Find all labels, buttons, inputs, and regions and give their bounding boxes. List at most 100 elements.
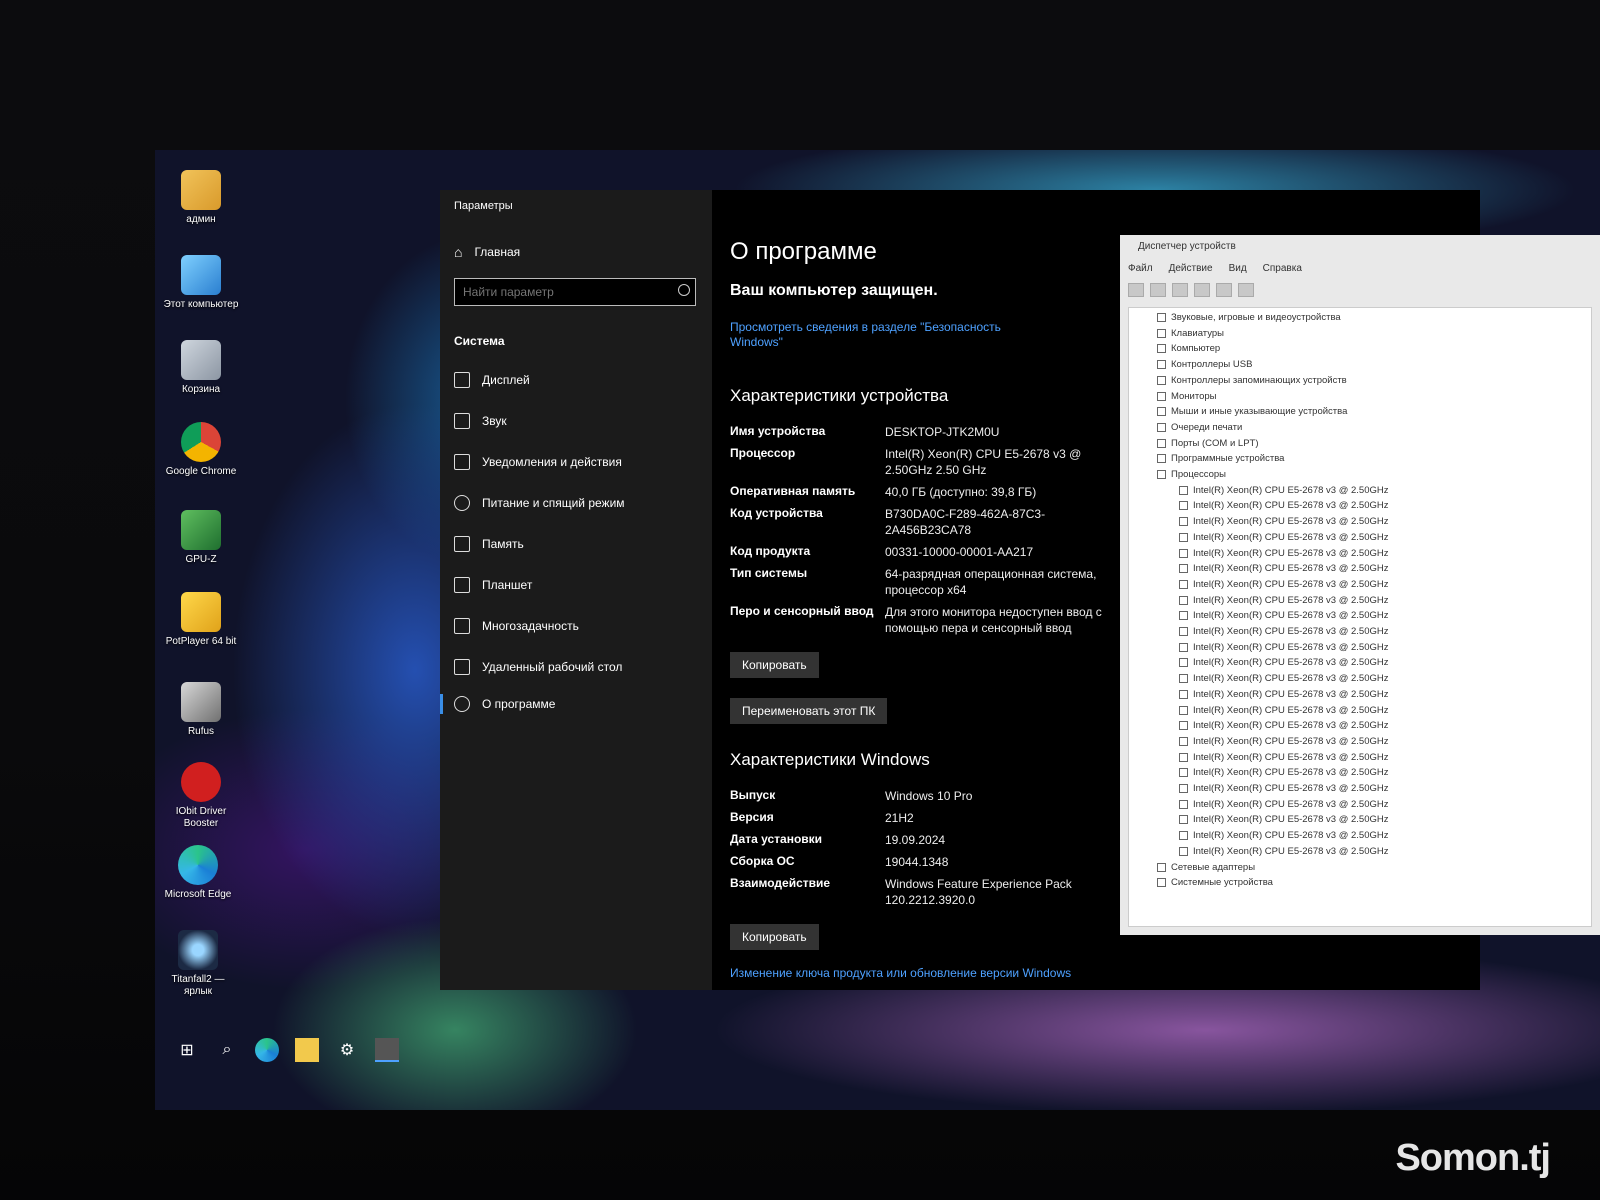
cpu-entry[interactable]: Intel(R) Xeon(R) CPU E5-2678 v3 @ 2.50GH… (1179, 624, 1389, 639)
cpu-entry[interactable]: Intel(R) Xeon(R) CPU E5-2678 v3 @ 2.50GH… (1179, 546, 1389, 561)
desktop-icon-driver-booster[interactable]: IObit Driver Booster (163, 762, 239, 830)
cpu-entry[interactable]: Intel(R) Xeon(R) CPU E5-2678 v3 @ 2.50GH… (1179, 812, 1389, 827)
cpu-entry[interactable]: Intel(R) Xeon(R) CPU E5-2678 v3 @ 2.50GH… (1179, 577, 1389, 592)
nav-item-about[interactable]: О программе (454, 694, 555, 714)
cpu-entry[interactable]: Intel(R) Xeon(R) CPU E5-2678 v3 @ 2.50GH… (1179, 687, 1389, 702)
processor-icon (1179, 784, 1188, 793)
nav-home[interactable]: ⌂ Главная (454, 242, 520, 262)
nav-item-power[interactable]: Питание и спящий режим (454, 493, 625, 513)
cpu-entry[interactable]: Intel(R) Xeon(R) CPU E5-2678 v3 @ 2.50GH… (1179, 750, 1389, 765)
cpu-entry[interactable]: Intel(R) Xeon(R) CPU E5-2678 v3 @ 2.50GH… (1179, 781, 1389, 796)
cpu-entry[interactable]: Intel(R) Xeon(R) CPU E5-2678 v3 @ 2.50GH… (1179, 844, 1389, 859)
spec-value: 40,0 ГБ (доступно: 39,8 ГБ) (885, 485, 1037, 499)
cpu-entry[interactable]: Intel(R) Xeon(R) CPU E5-2678 v3 @ 2.50GH… (1179, 671, 1389, 686)
menu-item-file[interactable]: Файл (1128, 263, 1153, 274)
menu-item-help[interactable]: Справка (1263, 263, 1302, 274)
back-icon[interactable] (1128, 283, 1144, 297)
cpu-entry[interactable]: Intel(R) Xeon(R) CPU E5-2678 v3 @ 2.50GH… (1179, 718, 1389, 733)
watermark: Somon.tj (1395, 1137, 1551, 1179)
tree-label: Intel(R) Xeon(R) CPU E5-2678 v3 @ 2.50GH… (1193, 657, 1389, 669)
tree-label: Контроллеры запоминающих устройств (1171, 374, 1347, 386)
tree-category[interactable]: Мыши и иные указывающие устройства (1157, 404, 1347, 419)
spec-label: Дата установки (730, 832, 823, 846)
desktop-icon-admin[interactable]: админ (163, 170, 239, 226)
spec-label: Имя устройства (730, 424, 826, 438)
tree-category[interactable]: Контроллеры USB (1157, 357, 1252, 372)
cpu-entry[interactable]: Intel(R) Xeon(R) CPU E5-2678 v3 @ 2.50GH… (1179, 828, 1389, 843)
processor-icon (1179, 595, 1188, 605)
desktop-icon-recycle-bin[interactable]: Корзина (163, 340, 239, 396)
cpu-entry[interactable]: Intel(R) Xeon(R) CPU E5-2678 v3 @ 2.50GH… (1179, 703, 1389, 718)
cpu-entry[interactable]: Intel(R) Xeon(R) CPU E5-2678 v3 @ 2.50GH… (1179, 608, 1389, 623)
tree-category[interactable]: Порты (COM и LPT) (1157, 436, 1259, 451)
desktop-icon-potplayer[interactable]: PotPlayer 64 bit (163, 592, 239, 648)
nav-item-display[interactable]: Дисплей (454, 370, 530, 390)
nav-item-tablet[interactable]: Планшет (454, 575, 532, 595)
copy-windows-specs-button[interactable]: Копировать (730, 924, 819, 950)
cpu-entry[interactable]: Intel(R) Xeon(R) CPU E5-2678 v3 @ 2.50GH… (1179, 797, 1389, 812)
tree-category[interactable]: Программные устройства (1157, 451, 1284, 466)
copy-device-specs-button[interactable]: Копировать (730, 652, 819, 678)
tree-category[interactable]: Сетевые адаптеры (1157, 860, 1255, 875)
tree-label: Intel(R) Xeon(R) CPU E5-2678 v3 @ 2.50GH… (1193, 751, 1389, 763)
tree-category[interactable]: Контроллеры запоминающих устройств (1157, 373, 1347, 388)
cpu-entry[interactable]: Intel(R) Xeon(R) CPU E5-2678 v3 @ 2.50GH… (1179, 561, 1389, 576)
windows-start-icon[interactable]: ⊞ (175, 1038, 199, 1062)
properties-icon[interactable] (1172, 283, 1188, 297)
cpu-entry[interactable]: Intel(R) Xeon(R) CPU E5-2678 v3 @ 2.50GH… (1179, 593, 1389, 608)
desktop-icon-gpuz[interactable]: GPU-Z (163, 510, 239, 566)
tree-category[interactable]: Компьютер (1157, 341, 1220, 356)
nav-item-sound[interactable]: Звук (454, 411, 507, 431)
view-icon[interactable] (1216, 283, 1232, 297)
search-input[interactable] (454, 278, 696, 306)
gear-icon[interactable]: ⚙ (335, 1038, 359, 1062)
tree-label: Intel(R) Xeon(R) CPU E5-2678 v3 @ 2.50GH… (1193, 547, 1389, 559)
cpu-entry[interactable]: Intel(R) Xeon(R) CPU E5-2678 v3 @ 2.50GH… (1179, 514, 1389, 529)
help-icon[interactable] (1194, 283, 1210, 297)
tree-label: Intel(R) Xeon(R) CPU E5-2678 v3 @ 2.50GH… (1193, 516, 1389, 528)
cpu-entry[interactable]: Intel(R) Xeon(R) CPU E5-2678 v3 @ 2.50GH… (1179, 498, 1389, 513)
nav-item-remote-desktop[interactable]: Удаленный рабочий стол (454, 657, 622, 677)
tree-label: Intel(R) Xeon(R) CPU E5-2678 v3 @ 2.50GH… (1193, 767, 1389, 779)
tree-category[interactable]: Процессоры (1157, 467, 1226, 482)
tree-category[interactable]: Очереди печати (1157, 420, 1242, 435)
menu-item-view[interactable]: Вид (1229, 263, 1247, 274)
cpu-entry[interactable]: Intel(R) Xeon(R) CPU E5-2678 v3 @ 2.50GH… (1179, 655, 1389, 670)
nav-item-multitasking[interactable]: Многозадачность (454, 616, 579, 636)
search-icon[interactable]: ⌕ (215, 1038, 239, 1062)
desktop-icon-edge[interactable]: Microsoft Edge (160, 845, 236, 901)
desktop-icon-rufus[interactable]: Rufus (163, 682, 239, 738)
cpu-entry[interactable]: Intel(R) Xeon(R) CPU E5-2678 v3 @ 2.50GH… (1179, 640, 1389, 655)
device-manager-taskbar-icon[interactable] (375, 1038, 399, 1062)
device-category-icon (1157, 438, 1166, 448)
titanfall-icon (178, 930, 218, 970)
menu-item-action[interactable]: Действие (1169, 263, 1213, 274)
spec-value: 19044.1348 (885, 855, 949, 869)
nav-item-notifications[interactable]: Уведомления и действия (454, 452, 622, 472)
forward-icon[interactable] (1150, 283, 1166, 297)
cpu-entry[interactable]: Intel(R) Xeon(R) CPU E5-2678 v3 @ 2.50GH… (1179, 530, 1389, 545)
tree-category[interactable]: Системные устройства (1157, 875, 1273, 890)
rename-pc-button[interactable]: Переименовать этот ПК (730, 698, 888, 724)
cpu-entry[interactable]: Intel(R) Xeon(R) CPU E5-2678 v3 @ 2.50GH… (1179, 483, 1389, 498)
nav-item-storage[interactable]: Память (454, 534, 524, 554)
computer-icon (181, 255, 221, 295)
tree-category[interactable]: Мониторы (1157, 389, 1217, 404)
spec-value: 21H2 (885, 811, 914, 825)
product-key-link[interactable]: Изменение ключа продукта или обновление … (730, 966, 1130, 981)
device-specs-heading: Характеристики устройства (730, 386, 949, 405)
cpu-entry[interactable]: Intel(R) Xeon(R) CPU E5-2678 v3 @ 2.50GH… (1179, 765, 1389, 780)
device-manager-window: Диспетчер устройств Файл Действие Вид Сп… (1120, 235, 1600, 935)
remote-desktop-icon (454, 659, 470, 675)
file-explorer-icon[interactable] (295, 1038, 319, 1062)
tree-category[interactable]: Звуковые, игровые и видеоустройства (1157, 310, 1341, 325)
desktop-icon-chrome[interactable]: Google Chrome (163, 422, 239, 478)
desktop-icon-titanfall2[interactable]: Titanfall2 — ярлык (160, 930, 236, 998)
monitor-icon[interactable] (1238, 283, 1254, 297)
desktop-icon-this-pc[interactable]: Этот компьютер (163, 255, 239, 311)
tree-label: Звуковые, игровые и видеоустройства (1171, 312, 1341, 323)
cpu-entry[interactable]: Intel(R) Xeon(R) CPU E5-2678 v3 @ 2.50GH… (1179, 734, 1389, 749)
tree-category[interactable]: Клавиатуры (1157, 326, 1224, 341)
security-link[interactable]: Просмотреть сведения в разделе "Безопасн… (730, 320, 1030, 350)
edge-taskbar-icon[interactable] (255, 1038, 279, 1062)
